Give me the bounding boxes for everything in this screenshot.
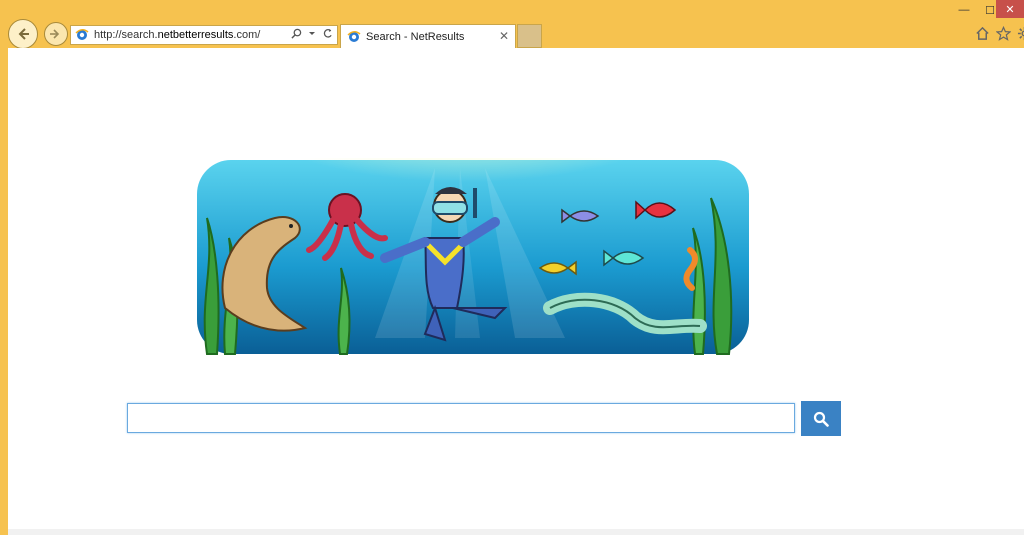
tab-title: Search - NetResults [366, 30, 465, 43]
ie-logo-icon [75, 29, 89, 40]
minimize-button[interactable]: — [952, 0, 976, 20]
search-input[interactable] [127, 403, 795, 433]
underwater-doodle-banner [197, 158, 749, 355]
browser-window: http://search.netbetterresults.com/ Sear… [0, 0, 1024, 535]
arrow-right-icon [50, 29, 60, 39]
settings-gear-icon[interactable] [1017, 26, 1024, 41]
page-viewport [8, 48, 1024, 535]
refresh-icon[interactable] [322, 28, 333, 39]
page-footer-strip [8, 529, 1024, 535]
dropdown-icon[interactable] [308, 28, 316, 39]
address-url: http://search.netbetterresults.com/ [94, 29, 261, 41]
new-tab-button[interactable] [517, 24, 542, 48]
tab-search-netresults[interactable]: Search - NetResults ✕ [340, 24, 516, 48]
browser-titlebar: http://search.netbetterresults.com/ Sear… [0, 0, 1024, 49]
search-button[interactable] [801, 401, 841, 436]
ie-logo-icon [347, 30, 361, 42]
search-icon [813, 411, 829, 427]
address-bar[interactable]: http://search.netbetterresults.com/ [70, 25, 338, 45]
search-icon[interactable] [291, 28, 302, 39]
arrow-left-icon [18, 28, 29, 40]
favorites-star-icon[interactable] [996, 26, 1011, 41]
close-tab-icon[interactable]: ✕ [499, 29, 509, 43]
home-icon[interactable] [975, 26, 990, 41]
forward-button[interactable] [44, 22, 68, 46]
close-window-button[interactable]: ✕ [996, 0, 1024, 18]
back-button[interactable] [8, 19, 38, 49]
